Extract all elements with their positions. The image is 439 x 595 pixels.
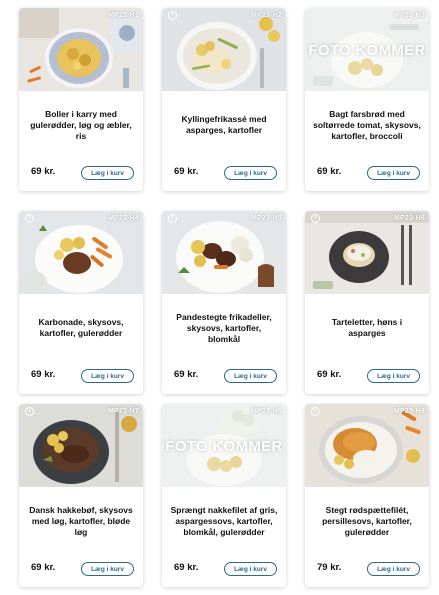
product-photo[interactable]: MP23-H1 [19, 8, 143, 91]
eco-badge-icon: i [311, 407, 320, 416]
add-to-cart-button[interactable]: Læg i kurv [81, 166, 134, 180]
product-code: MP23-H1 [108, 12, 139, 19]
product-card[interactable]: FOTO KOMMER MP23-H3 Bagt farsbrød med so… [305, 8, 429, 191]
product-card[interactable]: i MP23-H9 Stegt rødspættefilét, persille… [305, 404, 429, 587]
eco-badge-icon: i [168, 11, 177, 20]
add-to-cart-button[interactable]: Læg i kurv [224, 369, 277, 383]
product-price: 69 kr. [31, 369, 56, 380]
add-to-cart-button[interactable]: Læg i kurv [224, 562, 277, 576]
product-photo-placeholder[interactable]: FOTO KOMMER MP23-H3 [305, 8, 429, 91]
product-card[interactable]: MP23-H1 Boller i karry med gulerødder, l… [19, 8, 143, 191]
product-photo[interactable]: i MP23-H4 [19, 211, 143, 294]
add-to-cart-button[interactable]: Læg i kurv [367, 166, 420, 180]
product-code: MP23-H5 [251, 215, 282, 222]
product-photo[interactable]: i MP23-H9 [305, 404, 429, 487]
add-to-cart-button[interactable]: Læg i kurv [367, 369, 420, 383]
product-name[interactable]: Kyllingefrikassé med asparges, kartofler [170, 99, 278, 151]
product-code: MP23-H7 [108, 408, 139, 415]
eco-badge-icon: i [168, 214, 177, 223]
product-photo[interactable]: i MP23-H2 [162, 8, 286, 91]
product-photo-placeholder[interactable]: FOTO KOMMER MP23-H8 [162, 404, 286, 487]
product-grid: MP23-H1 Boller i karry med gulerødder, l… [0, 0, 439, 595]
photo-coming-label: FOTO KOMMER [165, 438, 283, 455]
product-card[interactable]: i MP23-H2 Kyllingefrikassé med asparges,… [162, 8, 286, 191]
eco-badge-icon: i [25, 214, 34, 223]
add-to-cart-button[interactable]: Læg i kurv [224, 166, 277, 180]
product-price: 79 kr. [317, 562, 342, 573]
product-name[interactable]: Boller i karry med gulerødder, løg og æb… [27, 99, 135, 151]
product-name[interactable]: Pandestegte frikadeller, skysovs, kartof… [170, 302, 278, 354]
product-code: MP23-H2 [251, 12, 282, 19]
product-code: MP23-H3 [394, 12, 425, 19]
photo-coming-label: FOTO KOMMER [308, 42, 426, 59]
product-price: 69 kr. [174, 369, 199, 380]
product-price: 69 kr. [174, 562, 199, 573]
product-name[interactable]: Karbonade, skysovs, kartofler, gulerødde… [27, 302, 135, 354]
product-photo[interactable]: i MP23-H5 [162, 211, 286, 294]
product-photo[interactable]: i MP23-H6 [305, 211, 429, 294]
add-to-cart-button[interactable]: Læg i kurv [81, 369, 134, 383]
product-code: MP23-H9 [394, 408, 425, 415]
product-photo[interactable]: i MP23-H7 [19, 404, 143, 487]
product-price: 69 kr. [31, 562, 56, 573]
product-name[interactable]: Dansk hakkebøf, skysovs med løg, kartofl… [27, 495, 135, 547]
product-code: MP23-H4 [108, 215, 139, 222]
eco-badge-icon: i [25, 407, 34, 416]
product-name[interactable]: Sprængt nakkefilet af gris, aspargessovs… [170, 495, 278, 547]
product-card[interactable]: i MP23-H7 Dansk hakkebøf, skysovs med lø… [19, 404, 143, 587]
product-name[interactable]: Stegt rødspættefilét, persillesovs, kart… [313, 495, 421, 547]
product-card[interactable]: FOTO KOMMER MP23-H8 Sprængt nakkefilet a… [162, 404, 286, 587]
eco-badge-icon: i [311, 214, 320, 223]
product-price: 69 kr. [31, 166, 56, 177]
product-card[interactable]: i MP23-H6 Tarteletter, høns i asparges 6… [305, 211, 429, 394]
product-code: MP23-H8 [251, 408, 282, 415]
product-name[interactable]: Tarteletter, høns i asparges [313, 302, 421, 354]
product-price: 69 kr. [174, 166, 199, 177]
add-to-cart-button[interactable]: Læg i kurv [367, 562, 420, 576]
product-price: 69 kr. [317, 166, 342, 177]
add-to-cart-button[interactable]: Læg i kurv [81, 562, 134, 576]
product-card[interactable]: i MP23-H5 Pandestegte frikadeller, skyso… [162, 211, 286, 394]
product-price: 69 kr. [317, 369, 342, 380]
product-card[interactable]: i MP23-H4 Karbonade, skysovs, kartofler,… [19, 211, 143, 394]
product-code: MP23-H6 [394, 215, 425, 222]
product-name[interactable]: Bagt farsbrød med soltørrede tomat, skys… [313, 99, 421, 151]
